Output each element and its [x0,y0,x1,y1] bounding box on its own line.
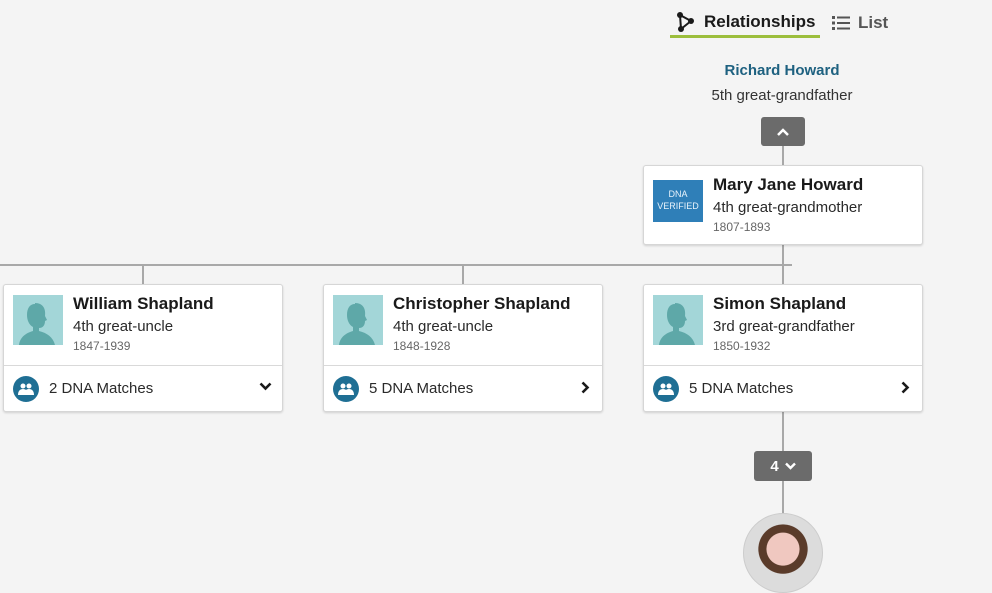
person-card-simon-shapland[interactable]: Simon Shapland 3rd great-grandfather 185… [643,284,923,412]
ancestor-relationship: 5th great-grandfather [711,87,853,104]
dna-matches-count: 5 DNA Matches [369,380,474,397]
person-relationship: 4th great-uncle [73,318,174,335]
chevron-up-icon [777,127,789,136]
dna-matches-people-icon [13,376,39,402]
connector-line [142,264,144,285]
chevron-down-icon [259,382,272,391]
dna-matches-people-icon [653,376,679,402]
sibling-connector-line [0,264,792,266]
person-relationship: 4th great-uncle [393,318,494,335]
dna-matches-count: 2 DNA Matches [49,380,154,397]
relationships-graph-icon [677,11,694,32]
connector-line [782,481,784,514]
expand-generations-button[interactable]: 4 [754,451,812,481]
person-relationship: 3rd great-grandfather [713,318,855,335]
person-dates: 1848-1928 [393,339,451,353]
person-name: Mary Jane Howard [713,175,864,194]
person-relationship: 4th great-grandmother [713,199,863,216]
dna-matches-count: 5 DNA Matches [689,380,794,397]
connector-line [782,146,784,166]
person-dates: 1807-1893 [713,220,771,234]
person-dates: 1850-1932 [713,339,771,353]
home-person-avatar[interactable] [743,513,823,593]
person-card-christopher-shapland[interactable]: Christopher Shapland 4th great-uncle 184… [323,284,603,412]
generations-count: 4 [770,457,779,475]
badge-line2: VERIFIED [657,201,699,211]
person-dates: 1847-1939 [73,339,131,353]
tab-list[interactable]: List [832,8,888,38]
dna-matches-link[interactable]: 5 DNA Matches [644,365,922,411]
tab-relationships[interactable]: Relationships [670,8,820,38]
person-card-mary-jane-howard[interactable]: DNA VERIFIED Mary Jane Howard 4th great-… [643,165,923,245]
ancestor-name-link[interactable]: Richard Howard [682,62,882,79]
dna-matches-toggle[interactable]: 2 DNA Matches [4,365,282,411]
expand-up-button[interactable] [761,117,805,146]
silhouette-avatar-icon [13,295,63,345]
list-icon [832,16,850,30]
dna-matches-link[interactable]: 5 DNA Matches [324,365,602,411]
person-name: Christopher Shapland [393,294,571,313]
silhouette-avatar-icon [333,295,383,345]
tab-relationships-label: Relationships [704,11,816,31]
chevron-right-icon [901,381,910,394]
tab-list-label: List [858,13,889,32]
connector-line [782,412,784,452]
connector-line [462,264,464,285]
person-card-william-shapland[interactable]: William Shapland 4th great-uncle 1847-19… [3,284,283,412]
silhouette-avatar-icon [653,295,703,345]
chevron-down-icon [784,462,796,470]
person-name: William Shapland [73,294,214,313]
dna-matches-people-icon [333,376,359,402]
person-name: Simon Shapland [713,294,847,313]
badge-line1: DNA [668,189,688,199]
dna-verified-badge: DNA VERIFIED [653,180,703,222]
chevron-right-icon [581,381,590,394]
